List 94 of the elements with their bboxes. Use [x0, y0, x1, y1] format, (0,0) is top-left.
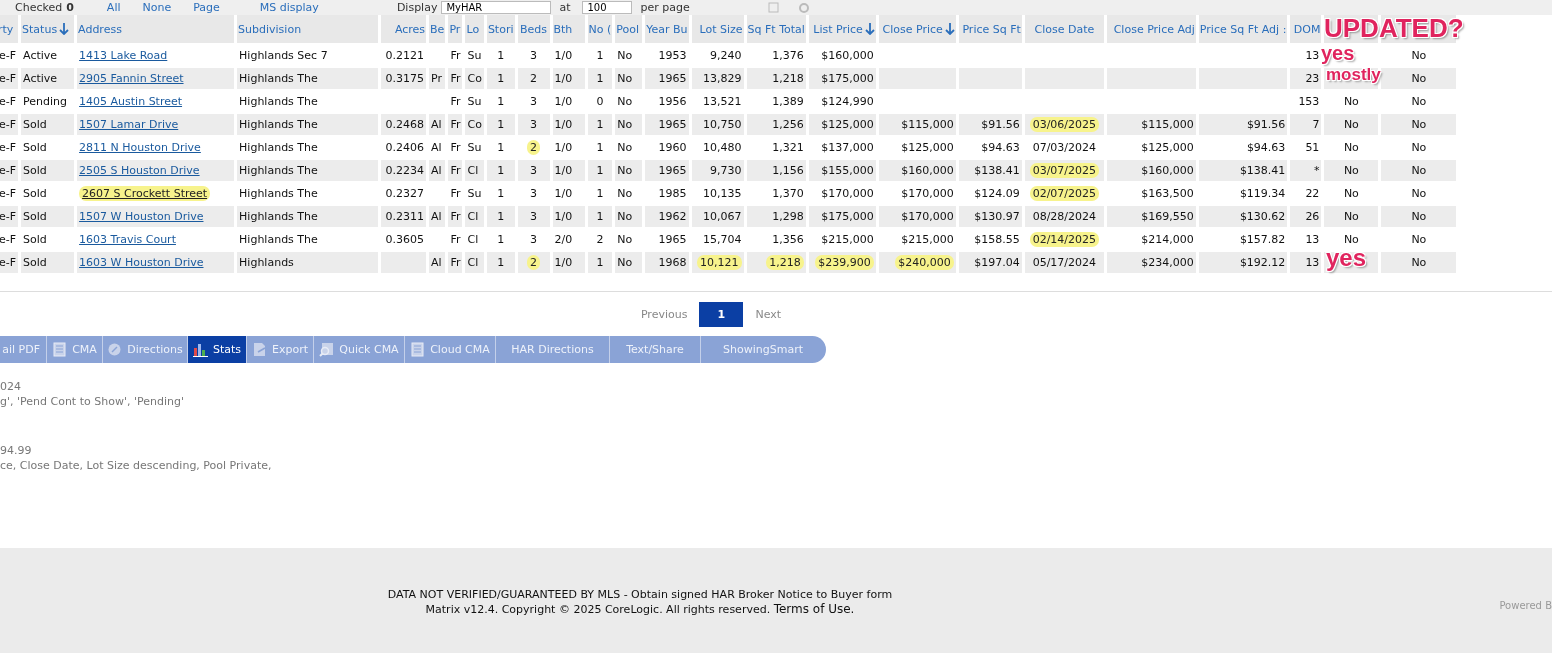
highlighted-text: 1,218: [766, 255, 804, 270]
highlighted-text: 03/06/2025: [1029, 117, 1100, 132]
table-cell: $192.12: [1197, 251, 1289, 273]
table-cell: 05/17/2024: [1023, 251, 1106, 273]
column-header[interactable]: Close Price: [877, 15, 958, 44]
column-header[interactable]: Close Date: [1023, 15, 1106, 44]
settings-icon[interactable]: [797, 2, 810, 13]
table-cell: e-F: [0, 251, 20, 273]
toolbar-button[interactable]: Export: [247, 336, 314, 363]
magnifier-document-icon: [319, 342, 335, 357]
handwritten-annotation: mostly: [1326, 66, 1381, 83]
at-label: at: [559, 1, 571, 14]
table-cell: 1/0: [551, 251, 586, 273]
toolbar-button[interactable]: Quick CMA: [314, 336, 405, 363]
sort-arrow-icon: [864, 22, 875, 35]
sort-arrow-icon: [59, 22, 70, 35]
toolbar-button[interactable]: ShowingSmart: [701, 336, 825, 363]
column-header[interactable]: Price Sq Ft: [957, 15, 1024, 44]
toolbar-button[interactable]: CMA: [47, 336, 103, 363]
toolbar-button[interactable]: Cloud CMA: [405, 336, 496, 363]
table-cell: Highlands The: [235, 205, 380, 228]
table-cell: e-F: [0, 67, 20, 90]
column-header[interactable]: Close Price Adj: [1105, 15, 1198, 44]
toolbar-button[interactable]: Stats: [188, 336, 247, 363]
page-button[interactable]: 1: [699, 302, 744, 327]
checked-label: Checked: [15, 1, 63, 14]
display-field[interactable]: MyHAR: [441, 1, 552, 14]
highlighted-text: 2: [527, 255, 540, 270]
toolbar-button[interactable]: Text/Share: [610, 336, 701, 363]
checked-count: 0: [66, 1, 74, 14]
handwritten-annotation: UPDATED?: [1324, 15, 1464, 41]
column-header[interactable]: Price Sq Ft Adj :: [1197, 15, 1289, 44]
compass-icon: [107, 342, 123, 357]
search-criteria-text: ce, Close Date, Lot Size descending, Pool Private,: [0, 458, 273, 473]
search-criteria-text: g', 'Pend Cont to Show', 'Pending': [0, 394, 185, 409]
terms-link[interactable]: Terms of Use.: [773, 602, 855, 616]
search-criteria-text: 024: [0, 379, 22, 394]
table-cell: Highlands The: [235, 159, 380, 182]
select-link[interactable]: Page: [193, 1, 220, 14]
column-header[interactable]: Lot Size: [690, 15, 746, 44]
table-cell: Sold: [19, 251, 76, 273]
table-cell: $197.04: [957, 251, 1024, 273]
column-header[interactable]: Status: [19, 15, 76, 44]
table-cell: $234,000: [1105, 251, 1198, 273]
search-criteria-text: 94.99: [0, 443, 33, 458]
address-link[interactable]: 2607 S Crockett Street: [79, 186, 211, 201]
edit-icon[interactable]: [767, 2, 780, 13]
table-cell: 1: [586, 251, 614, 273]
toolbar-button[interactable]: HAR Directions: [496, 336, 610, 363]
select-link[interactable]: None: [142, 1, 172, 14]
next-link[interactable]: Next: [753, 308, 784, 321]
table-cell: Highlands The: [235, 67, 380, 90]
display-label: Display: [396, 1, 438, 14]
highlighted-text: 2: [527, 140, 540, 155]
column-header[interactable]: Subdivision: [235, 15, 380, 44]
highlighted-text: 03/07/2025: [1029, 163, 1100, 178]
table-cell: Cl: [463, 251, 486, 273]
highlighted-text: 10,121: [697, 255, 742, 270]
table-cell: 1: [485, 251, 516, 273]
address-link[interactable]: 1405 Austin Street: [79, 95, 183, 108]
address-link[interactable]: 2811 N Houston Drive: [79, 141, 201, 154]
document-icon: [410, 342, 426, 357]
bar-chart-icon: [192, 342, 208, 357]
sort-arrow-icon: [944, 22, 955, 35]
address-link[interactable]: 1413 Lake Road: [79, 49, 168, 62]
select-link[interactable]: All: [106, 1, 121, 14]
table-cell: No: [613, 251, 644, 273]
document-icon: [52, 342, 68, 357]
column-header[interactable]: Sq Ft Total: [745, 15, 808, 44]
table-cell: Highlands The: [235, 113, 380, 136]
table-cell: e-F: [0, 159, 20, 182]
column-header[interactable]: Address: [75, 15, 236, 44]
address-link[interactable]: 1603 Travis Court: [79, 233, 176, 246]
table-cell: 1968: [643, 251, 691, 273]
disclaimer-text: DATA NOT VERIFIED/GUARANTEED BY MLS - Obtain signed HAR Broker Notice to Buyer form: [386, 587, 894, 602]
highlighted-text: $240,000: [895, 255, 954, 270]
table-cell: e-F: [0, 205, 20, 228]
highlighted-text: 02/14/2025: [1029, 232, 1100, 247]
table-cell: e-F: [0, 113, 20, 136]
highlighted-text: 02/07/2025: [1029, 186, 1100, 201]
highlighted-text: $239,900: [815, 255, 874, 270]
table-cell: 13: [1288, 251, 1323, 273]
select-link[interactable]: MS display: [259, 1, 319, 14]
per-page-field[interactable]: 100: [582, 1, 633, 14]
powered-by-text: Powered B: [1499, 600, 1552, 611]
per-page-label: per page: [640, 1, 690, 14]
table-cell: Highlands: [235, 251, 380, 273]
copyright-text: Matrix v12.4. Copyright © 2025 CoreLogic. All rights reserved.: [425, 603, 771, 616]
previous-link[interactable]: Previous: [638, 308, 690, 321]
document-arrow-icon: [252, 342, 267, 357]
table-cell: No: [1379, 251, 1458, 273]
handwritten-annotation: yes: [1321, 43, 1355, 63]
column-header[interactable]: List Price: [807, 15, 878, 44]
toolbar-button[interactable]: ail PDF: [0, 336, 47, 363]
